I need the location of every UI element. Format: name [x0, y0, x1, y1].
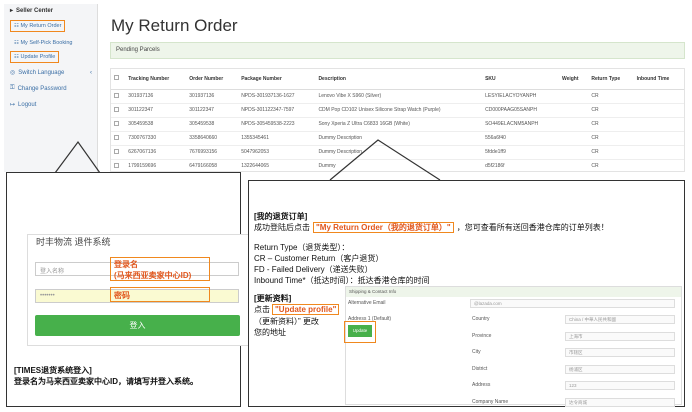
- inbound-time-note: Inbound Time*（抵达时间）：抵达香港仓库的时间: [254, 276, 430, 285]
- alt-email-label: Alternative Email: [348, 300, 386, 306]
- update-profile-note-2: 您的地址: [254, 328, 286, 337]
- form-field-label: Address: [472, 382, 491, 388]
- form-field-label: Province: [472, 332, 492, 339]
- login-caption-body: 登录名为马来西亚卖家中心ID，请填写并登入系统。: [14, 377, 198, 386]
- return-type-fd: FD - Failed Delivery（递送失败）: [254, 265, 373, 274]
- update-button[interactable]: Update: [348, 325, 372, 337]
- password-label: 密码: [114, 291, 130, 300]
- return-order-instructions: 成功登陆后点击 "My Return Order（我的退货订单）" ，您可查看所有送…: [254, 222, 609, 233]
- form-field-input[interactable]: 达令商城: [565, 397, 675, 407]
- form-field-input[interactable]: China / 中華人民共和國: [565, 315, 675, 324]
- update-profile-note-1: （更新资料）” 更改: [254, 317, 319, 326]
- form-field-input[interactable]: 市辖区: [565, 348, 675, 357]
- form-field-input[interactable]: 杨浦区: [565, 364, 675, 374]
- return-order-heading: [我的退货订单]: [254, 212, 308, 221]
- update-profile-instructions: 点击 "Update profile": [254, 304, 342, 315]
- return-type-cr: CR – Customer Return（客户退货）: [254, 254, 384, 263]
- form-field-input[interactable]: 123: [565, 381, 675, 390]
- form-field-label: District: [472, 365, 488, 372]
- login-caption-title: [TIMES退货系统登入]: [14, 366, 92, 375]
- login-button[interactable]: 登入: [35, 315, 240, 336]
- form-field-label: City: [472, 349, 481, 355]
- update-profile-heading: [更新资料]: [254, 294, 292, 303]
- form-field-label: Country: [472, 316, 490, 322]
- form-field-label: Company Name: [472, 398, 509, 405]
- username-label: 登录名 (马来西亚卖家中心ID): [114, 260, 192, 280]
- form-field-input[interactable]: 上海市: [565, 331, 675, 341]
- alt-email-input[interactable]: @lazada.com: [470, 299, 675, 308]
- login-title: 时丰物流 退件系统: [36, 237, 111, 247]
- return-type-label: Return Type（退货类型）：: [254, 243, 350, 252]
- form-header: Shipping & Contact Info: [346, 287, 681, 297]
